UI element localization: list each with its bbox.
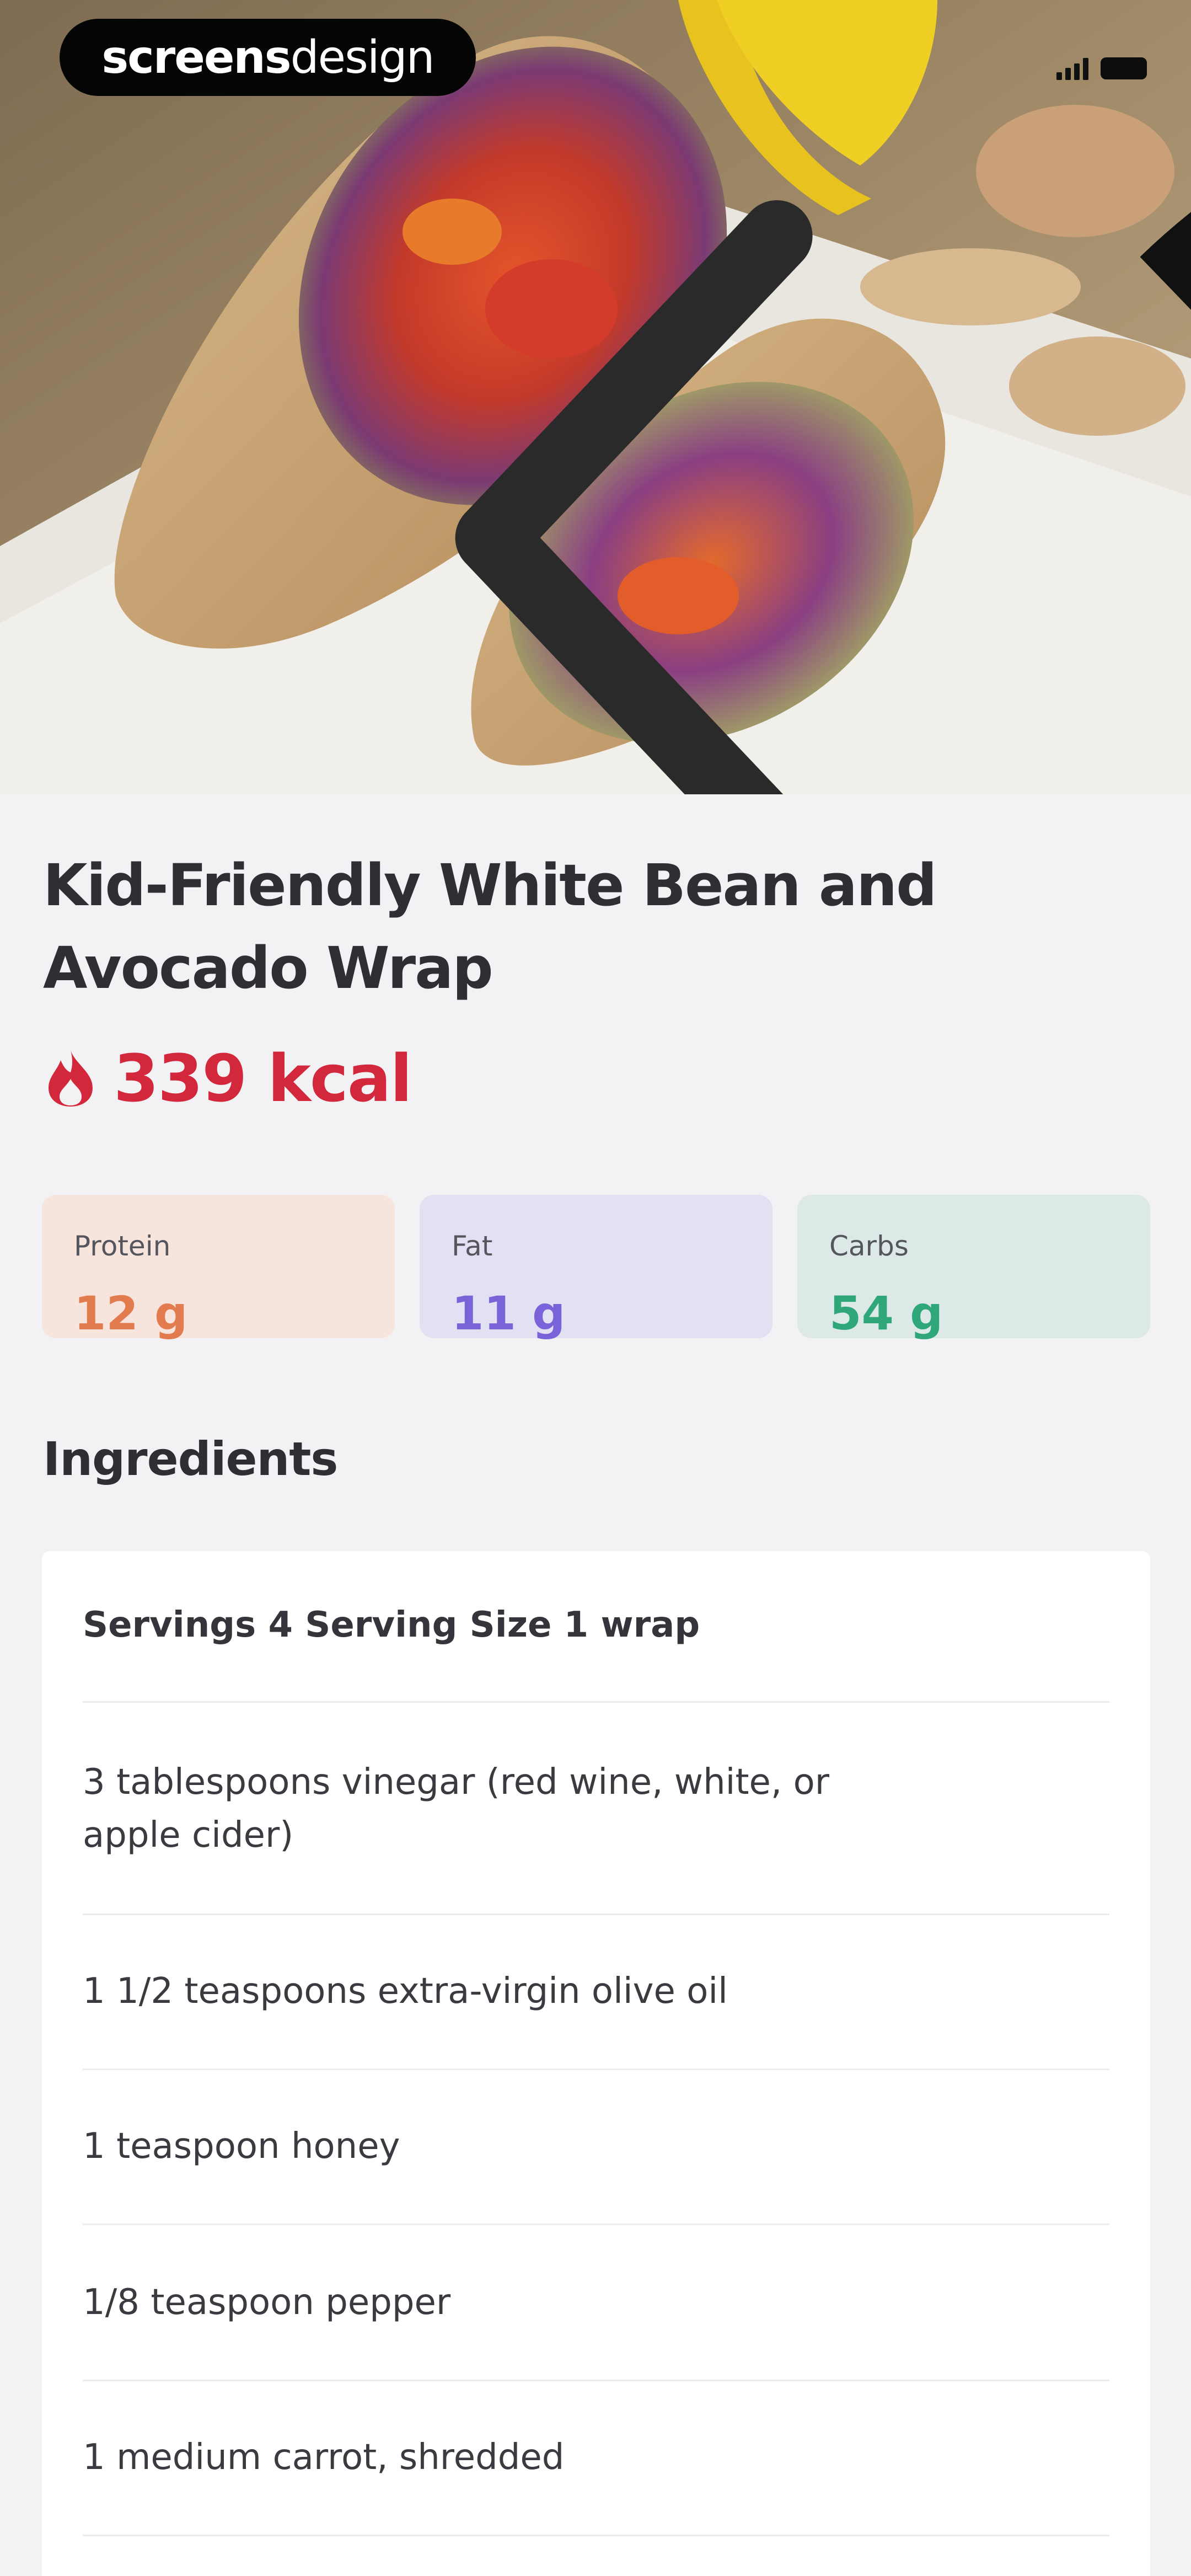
protein-card: Protein 12 g [42, 1195, 395, 1340]
list-item: 1 medium carrot, shredded [83, 2381, 1109, 2536]
recipe-detail-screen: screens design Kid-Friendly White Bean an… [0, 0, 1191, 2576]
calories-row: 339 kcal [43, 1037, 412, 1120]
watermark-bold-text: screens [101, 31, 291, 84]
carbs-value: 54 g [829, 1286, 943, 1340]
chevron-left-icon [455, 200, 813, 794]
list-item: 1 1/2 teaspoons extra-virgin olive oil [83, 1915, 1109, 2070]
fat-label: Fat [452, 1230, 493, 1262]
watermark-light-text: design [290, 31, 435, 84]
flame-icon [49, 1050, 93, 1107]
recipe-title: Kid-Friendly White Bean and Avocado Wrap [43, 852, 937, 1002]
list-item: 1/8 teaspoon pepper [83, 2225, 1109, 2381]
calories-value: 339 kcal [114, 1040, 412, 1116]
servings-info: Servings 4 Serving Size 1 wrap [83, 1551, 1109, 1703]
carbs-card: Carbs 54 g [797, 1195, 1150, 1340]
recipe-hero-image: screens design [0, 0, 1191, 794]
ingredients-heading: Ingredients [43, 1432, 338, 1486]
list-item: 3 tablespoons vinegar (red wine, white, … [83, 1703, 1109, 1915]
fat-card: Fat 11 g [420, 1195, 772, 1340]
back-button[interactable] [46, 141, 813, 794]
macros-row: Protein 12 g Fat 11 g Carbs 54 g [42, 1195, 1150, 1340]
protein-value: 12 g [74, 1286, 188, 1340]
list-item: 1 teaspoon honey [83, 2070, 1109, 2225]
carbs-label: Carbs [829, 1230, 909, 1262]
status-bar-icons [1056, 52, 1191, 310]
screensdesign-watermark: screens design [60, 19, 476, 96]
fat-value: 11 g [452, 1286, 566, 1340]
protein-label: Protein [74, 1230, 171, 1262]
ingredients-list: Servings 4 Serving Size 1 wrap 3 tablesp… [42, 1551, 1150, 2576]
